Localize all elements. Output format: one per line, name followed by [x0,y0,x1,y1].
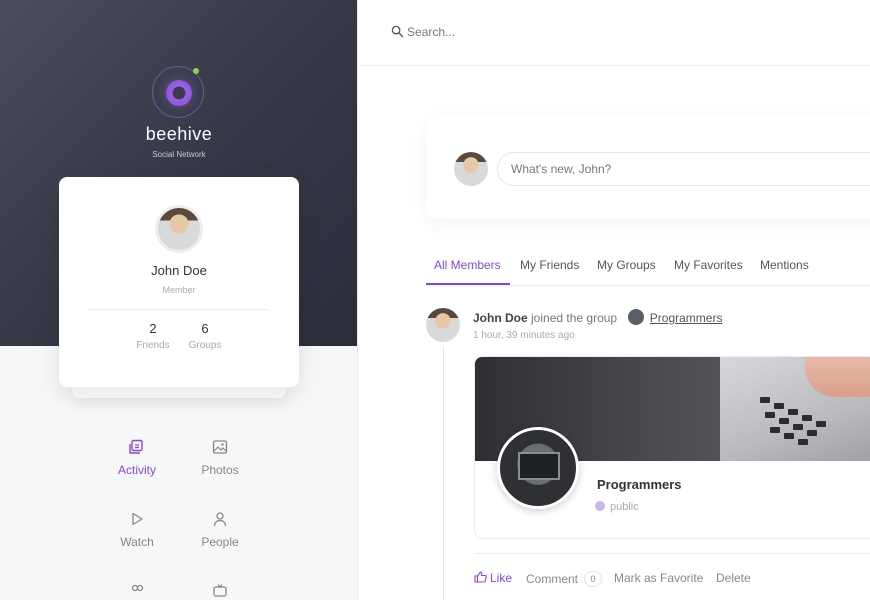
comment-count-badge: 0 [584,571,603,587]
stat-groups[interactable]: 6 Groups [175,321,235,351]
search-input[interactable] [407,22,707,42]
comment-button[interactable]: Comment 0 [526,571,603,587]
active-tab-indicator [426,283,510,285]
sidebar-item-activity[interactable]: Activity [97,439,177,477]
like-button[interactable]: Like [474,571,512,585]
post-action-text: joined the group [531,311,618,325]
sidebar-item-people[interactable]: People [180,511,260,549]
tab-all-members[interactable]: All Members [434,258,501,272]
group-thumbnail-icon [628,309,645,325]
stat-friends[interactable]: 2 Friends [123,321,183,351]
avatar[interactable] [426,308,460,342]
post-header: John Doe joined the group Programmers [473,309,722,325]
post-composer [427,117,870,219]
search-icon[interactable] [391,25,404,38]
post-author-link[interactable]: John Doe [473,311,528,325]
group-name[interactable]: Programmers [597,477,682,492]
sidebar: beehive Social Network John Doe Member 2… [0,0,358,600]
sidebar-item-photos[interactable]: Photos [180,439,260,477]
tab-my-friends[interactable]: My Friends [520,258,579,272]
beehive-logo-icon[interactable] [152,66,204,118]
stat-friends-label: Friends [136,340,170,351]
status-input[interactable] [497,152,870,186]
sidebar-item-watch[interactable]: Watch [97,511,177,549]
globe-icon [595,501,605,511]
people-icon [213,512,227,527]
profile-name[interactable]: John Doe [59,263,299,278]
photos-icon [212,440,228,454]
timeline-line [443,346,444,600]
profile-card: John Doe Member 2 Friends 6 Groups [59,177,299,387]
group-avatar[interactable] [497,427,579,509]
sidebar-item-label: People [201,535,239,549]
profile-role: Member [162,285,196,295]
sidebar-item-tv[interactable] [180,583,260,600]
activity-icon [129,439,143,454]
divider [89,309,269,310]
sidebar-item-label: Activity [117,463,156,477]
mark-favorite-button[interactable]: Mark as Favorite [614,571,703,585]
divider [474,553,870,554]
activity-tabs: All Members My Friends My Groups My Favo… [426,250,870,286]
avatar[interactable] [454,152,488,186]
comment-label: Comment [526,572,579,586]
thumbs-up-icon [474,571,487,583]
brand-name: beehive [145,124,213,144]
stat-friends-value: 2 [149,321,157,336]
sidebar-item-groups[interactable] [97,583,177,600]
tab-my-groups[interactable]: My Groups [597,258,656,272]
group-privacy-label: public [610,501,639,513]
group-privacy: public [595,501,639,513]
stat-groups-label: Groups [188,340,222,351]
post-group-link[interactable]: Programmers [650,311,723,325]
stat-groups-value: 6 [201,321,209,336]
avatar[interactable] [155,205,203,253]
groups-icon [131,584,144,592]
brand-tagline: Social Network [152,150,206,159]
tab-my-favorites[interactable]: My Favorites [674,258,743,272]
post-timestamp[interactable]: 1 hour, 39 minutes ago [473,330,575,341]
like-label: Like [490,571,513,585]
tab-mentions[interactable]: Mentions [760,258,809,272]
sidebar-item-label: Photos [201,463,239,477]
sidebar-item-label: Watch [120,535,154,549]
topbar [359,0,870,66]
watch-icon [132,512,143,526]
group-card[interactable]: Programmers public [474,356,870,539]
delete-button[interactable]: Delete [716,571,751,585]
tv-icon [213,584,227,597]
